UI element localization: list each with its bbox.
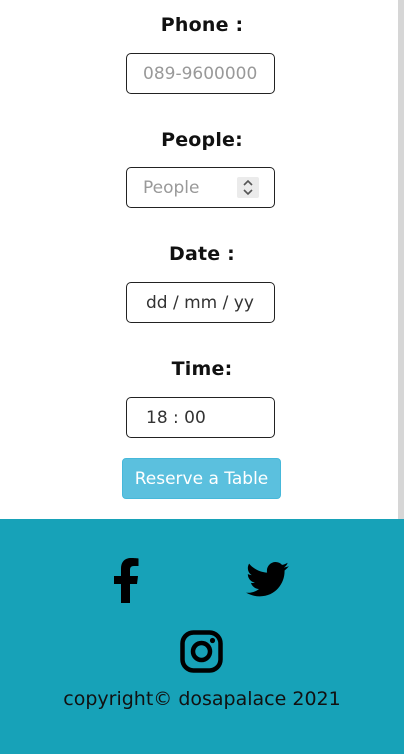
phone-placeholder: 089-9600000 — [143, 63, 258, 84]
reserve-table-button[interactable]: Reserve a Table — [122, 458, 281, 499]
spinner-arrows-icon — [243, 179, 253, 196]
people-placeholder: People — [143, 177, 200, 198]
facebook-icon[interactable] — [113, 557, 139, 603]
phone-input[interactable]: 089-9600000 — [126, 53, 275, 94]
date-display: dd / mm / yy — [146, 292, 254, 313]
people-label: People: — [161, 129, 243, 151]
twitter-icon[interactable] — [246, 562, 290, 598]
footer: copyright© dosapalace 2021 — [0, 519, 404, 754]
date-label: Date : — [169, 243, 235, 265]
date-input[interactable]: dd / mm / yy — [126, 282, 275, 323]
time-value: 18 : 00 — [146, 407, 206, 428]
instagram-icon[interactable] — [180, 630, 223, 673]
people-input[interactable]: People — [126, 167, 275, 208]
phone-label: Phone : — [160, 14, 244, 36]
time-label: Time: — [171, 358, 233, 380]
time-input[interactable]: 18 : 00 — [126, 397, 275, 438]
copyright-text: copyright© dosapalace 2021 — [63, 688, 341, 710]
number-spinner[interactable] — [237, 177, 259, 198]
